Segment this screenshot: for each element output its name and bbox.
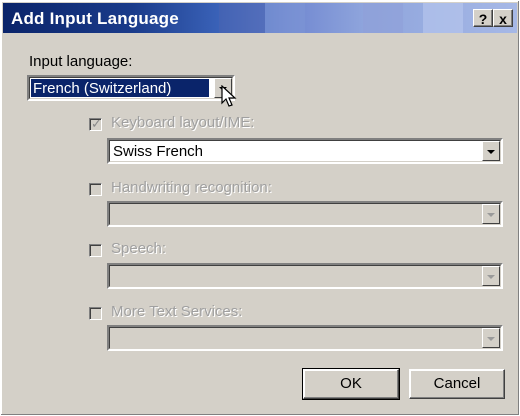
text-services-checkbox[interactable] (89, 307, 102, 320)
handwriting-checkbox[interactable] (89, 183, 102, 196)
speech-label: Speech: (111, 240, 167, 257)
speech-select[interactable] (107, 263, 503, 289)
keyboard-layout-label: Keyboard layout/IME: (111, 114, 255, 131)
cancel-button[interactable]: Cancel (409, 369, 505, 399)
add-input-language-dialog: Add Input Language ? x Input language: F… (0, 0, 520, 416)
speech-checkbox[interactable] (89, 244, 102, 257)
mouse-pointer-icon (221, 85, 237, 107)
input-language-label: Input language: (29, 53, 133, 70)
handwriting-dropdown-button[interactable] (482, 204, 500, 224)
chevron-down-icon (487, 275, 495, 279)
keyboard-layout-checkbox[interactable]: ✓ (89, 116, 102, 131)
chevron-down-icon (487, 337, 495, 341)
handwriting-label: Handwriting recognition: (111, 179, 272, 196)
text-services-label: More Text Services: (111, 303, 243, 320)
input-language-select[interactable]: French (Switzerland) (27, 75, 235, 101)
input-language-value: French (Switzerland) (31, 79, 209, 97)
title-bar[interactable]: Add Input Language ? x (3, 3, 517, 33)
text-services-select[interactable] (107, 325, 503, 351)
ok-button[interactable]: OK (302, 368, 400, 400)
chevron-down-icon (487, 213, 495, 217)
window-title: Add Input Language (11, 9, 179, 28)
speech-dropdown-button[interactable] (482, 266, 500, 286)
keyboard-layout-dropdown-button[interactable] (482, 141, 500, 161)
help-button[interactable]: ? (473, 9, 493, 27)
text-services-dropdown-button[interactable] (482, 328, 500, 348)
checkmark-icon: ✓ (91, 116, 102, 131)
keyboard-layout-value: Swiss French (113, 143, 204, 160)
handwriting-select[interactable] (107, 201, 503, 227)
chevron-down-icon (487, 150, 495, 154)
keyboard-layout-select[interactable]: Swiss French (107, 138, 503, 164)
close-button[interactable]: x (493, 9, 513, 27)
